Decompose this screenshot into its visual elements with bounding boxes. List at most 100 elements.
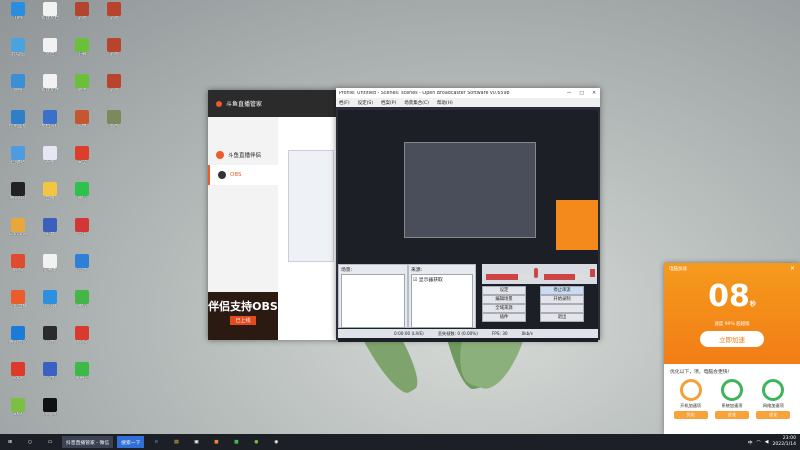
sources-list[interactable]: ☑ 显示器获取 [411,274,473,328]
source-item-label: 显示器获取 [418,278,443,283]
app-icon[interactable]: ■ [209,435,223,449]
search-button[interactable]: 搜索一下 [117,436,145,448]
desktop-icon[interactable]: Chrome [3,218,33,248]
global-sources-button[interactable]: 全域来源 [482,304,526,313]
source-item[interactable]: ☑ 显示器获取 [412,275,472,284]
stop-stream-button[interactable]: 停止串流 [540,286,584,295]
network-icon[interactable]: ◠ [757,440,761,445]
desktop-icon[interactable]: 网络 [3,74,33,104]
desktop-icon[interactable]: 音乐 [67,218,97,248]
desktop-icon[interactable]: 游戏 [99,2,129,32]
desktop-icon[interactable]: 安全 [67,146,97,176]
settings-button[interactable]: 设定 [482,286,526,295]
app-icon[interactable]: ■ [229,435,243,449]
obs-menu-item[interactable]: 档(F) [339,100,350,106]
nav-douyu-companion[interactable]: 斗鱼直播伴侣 [208,145,278,165]
desktop-icon-label: 直播 [45,196,55,201]
task-view-icon[interactable]: ▭ [43,435,57,449]
clock[interactable]: 23:00 2022/1/14 [772,436,796,448]
optimize-button[interactable]: 优化 [714,411,749,419]
desktop-icon[interactable]: 腾讯会议 [3,326,33,356]
preview-button[interactable] [540,304,584,313]
file-explorer-icon[interactable]: ▤ [169,435,183,449]
start-icon[interactable]: ⊞ [3,435,17,449]
desktop-icon[interactable]: 应用 [35,362,65,392]
desktop-icon[interactable]: 游戏 [67,2,97,32]
obs-title-bar[interactable]: Profile: Untitled - Scenes: scenes - Ope… [336,88,600,98]
desktop-icon[interactable]: 新建文档 [35,2,65,32]
store-icon[interactable]: ▣ [189,435,203,449]
app-icon[interactable]: ● [249,435,263,449]
desktop-icon[interactable]: 云盘 [67,254,97,284]
desktop-icon[interactable]: 微信 [67,290,97,320]
desktop-icon[interactable]: Player [35,398,65,428]
desktop-icon[interactable]: 直播 [35,182,65,212]
close-icon[interactable]: ✕ [790,265,795,272]
plugins-button[interactable]: 插件 [482,313,526,322]
promo-button[interactable]: 已上线 [230,316,256,325]
desktop-icon[interactable]: 文档 [35,38,65,68]
desktop-icon[interactable]: 头像 [67,110,97,140]
desktop-icon[interactable]: 游戏 [99,38,129,68]
desktop-icon[interactable]: 爱奇艺 [67,362,97,392]
desktop-icon[interactable]: 此电脑 [3,38,33,68]
speaker-icon[interactable] [590,269,595,277]
obs-menu-item[interactable]: 设定(S) [358,100,373,106]
obs-menu-item[interactable]: 档案(P) [381,100,396,106]
optimize-button[interactable]: 优化 [756,411,791,419]
obs-menu-item[interactable]: 帮助(H) [437,100,453,106]
desktop-icon[interactable]: Edge [3,362,33,392]
accelerate-button[interactable]: 立即加速 [700,331,764,347]
app-icon [11,254,25,268]
desktop-icon-label: 控制面板 [9,124,27,129]
desktop-icon[interactable]: 腾讯QQ [3,182,33,212]
desktop-icon[interactable]: 微信 [67,182,97,212]
app-icon [43,74,57,88]
edit-scene-button[interactable]: 编辑场景 [482,295,526,304]
desktop-icon[interactable]: 助手 [67,74,97,104]
speedup-option[interactable]: 网络加速项 优化 [756,379,791,419]
speedup-popup[interactable]: 电脑加速 ✕ 08秒 速度 99% 超越版 立即加速 优化以下，项，电脑会更快！… [664,263,800,434]
desktop-icon[interactable]: 表格 [35,146,65,176]
scenes-list[interactable] [341,274,405,328]
optimize-button[interactable]: 优化 [673,411,708,419]
desktop-icon[interactable]: 下载 [67,38,97,68]
app-icon [75,38,89,52]
input-method-icon[interactable]: 中 [748,439,753,446]
desktop-icon[interactable]: WPS [67,326,97,356]
desktop-icon[interactable]: 新建文件 [35,74,65,104]
desktop-icon[interactable]: 360 [3,398,33,428]
search-icon[interactable]: ○ [23,435,37,449]
speedup-option[interactable]: 开机加速项 优化 [673,379,708,419]
desktop-icon[interactable]: TIM [3,2,33,32]
obs-menu-item[interactable]: 场景集合(C) [404,100,429,106]
douyu-title-bar[interactable]: 斗鱼直播管家 [208,90,338,117]
running-app-button[interactable]: 抖音直播管家 - 微信 [62,436,114,448]
start-record-button[interactable]: 开始录制 [540,295,584,304]
obs-window[interactable]: Profile: Untitled - Scenes: scenes - Ope… [336,88,600,342]
obs-promo-banner[interactable]: 伴侣支持OBS 已上线 [208,292,278,340]
nav-obs[interactable]: OBS [208,165,278,185]
desktop-icon[interactable]: 文档资料 [35,110,65,140]
close-icon[interactable]: ✕ [592,91,596,96]
desktop-icon[interactable]: 工具 [35,218,65,248]
obs-taskbar-icon[interactable]: ◉ [269,435,283,449]
volume-icon[interactable]: ◀ [765,440,769,445]
speedup-option[interactable]: 系统加速项 优化 [714,379,749,419]
desktop-icon[interactable]: 控制面板 [3,110,33,140]
desktop-icon[interactable]: 软件 [35,326,65,356]
desktop-icon[interactable]: 浏览器 [35,290,65,320]
desktop-icon[interactable]: WPS [3,254,33,284]
mic-icon[interactable] [534,268,538,278]
desktop-icon[interactable]: 斗鱼直播 [3,290,33,320]
desktop-icon[interactable]: 记事本 [35,254,65,284]
douyu-manager-window[interactable]: 斗鱼直播管家 斗鱼直播伴侣 OBS 伴侣支持OBS 已上线 [208,90,338,340]
exit-button[interactable]: 退出 [540,313,584,322]
minimize-icon[interactable]: — [567,91,572,96]
desktop-icon[interactable]: 回收站 [3,146,33,176]
maximize-icon[interactable]: □ [579,91,584,96]
app-icon [75,146,89,160]
desktop-icon[interactable]: 图片 [99,110,129,140]
desktop-icon[interactable]: 游戏 [99,74,129,104]
edge-icon[interactable]: e [149,435,163,449]
